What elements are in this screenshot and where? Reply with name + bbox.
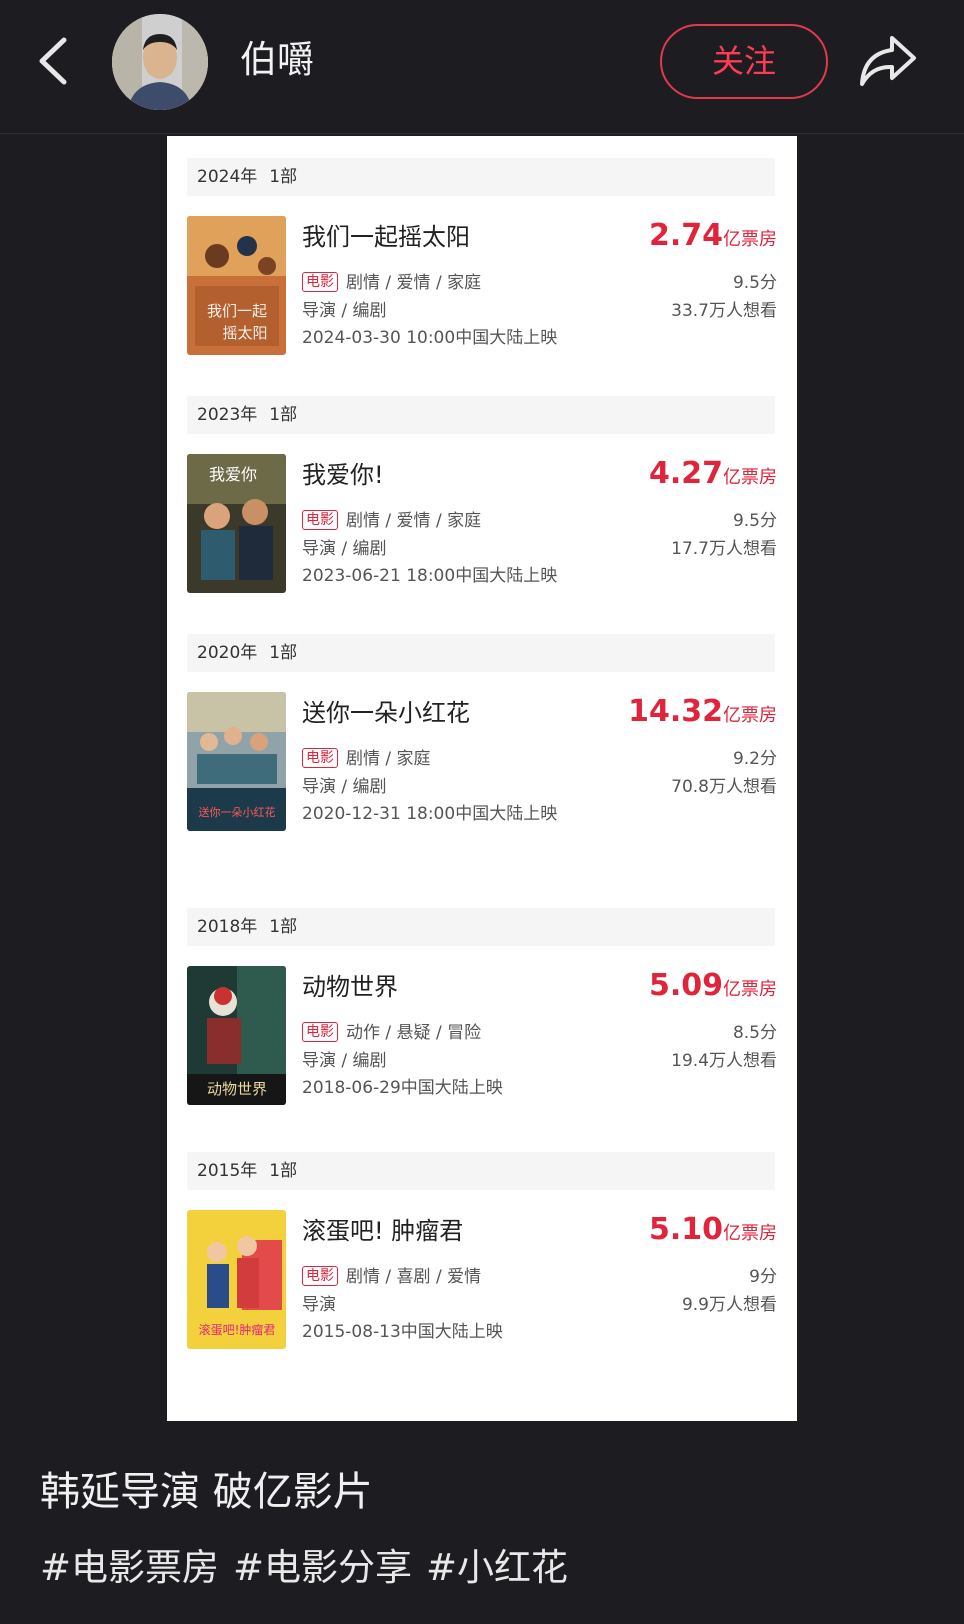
year-label: 2015年 (197, 1161, 258, 1181)
film-title[interactable]: 滚蛋吧! 肿瘤君 (302, 1216, 463, 1246)
movie-tag: 电影 (302, 272, 338, 292)
film-count: 1部 (269, 167, 298, 187)
genre-row: 电影 动作 / 悬疑 / 冒险 (302, 1022, 481, 1044)
role: 导演 (302, 1295, 336, 1315)
svg-text:送你一朵小红花: 送你一朵小红花 (199, 805, 276, 819)
movie-tag: 电影 (302, 1266, 338, 1286)
box-office: 5.09亿票房 (649, 968, 777, 1003)
poster-image[interactable]: 我爱你 (187, 454, 286, 593)
want-count: 9.9万人想看 (681, 1295, 777, 1315)
box-office-value: 5.09 (648, 968, 723, 1003)
year-label: 2023年 (197, 405, 258, 425)
genre-row: 电影 剧情 / 爱情 / 家庭 (302, 510, 481, 532)
back-chevron-icon[interactable] (34, 34, 74, 88)
year-header: 2024年 1部 (187, 158, 775, 196)
year-label: 2020年 (197, 643, 258, 663)
release-date: 2020-12-31 18:00中国大陆上映 (302, 804, 558, 824)
follow-button[interactable]: 关注 (660, 24, 828, 99)
svg-text:滚蛋吧!肿瘤君: 滚蛋吧!肿瘤君 (199, 1322, 276, 1337)
want-count: 70.8万人想看 (671, 777, 777, 797)
year-header: 2023年 1部 (187, 396, 775, 434)
release-date: 2023-06-21 18:00中国大陆上映 (302, 566, 558, 586)
hashtag-row: #电影票房 #电影分享 #小红花 (40, 1544, 582, 1592)
box-office-unit: 亿票房 (723, 229, 777, 250)
film-title[interactable]: 动物世界 (302, 972, 398, 1002)
box-office-unit: 亿票房 (723, 1223, 777, 1244)
role: 导演 / 编剧 (302, 1051, 387, 1071)
year-label: 2018年 (197, 917, 258, 937)
film-title[interactable]: 我爱你! (302, 460, 384, 490)
rating: 9分 (749, 1267, 777, 1287)
role: 导演 / 编剧 (302, 301, 387, 321)
movie-tag: 电影 (302, 748, 338, 768)
genre-row: 电影 剧情 / 喜剧 / 爱情 (302, 1266, 481, 1288)
hashtag-link[interactable]: #电影分享 (233, 1546, 412, 1589)
movie-tag: 电影 (302, 1022, 338, 1042)
box-office-unit: 亿票房 (723, 979, 777, 1000)
genres: 剧情 / 爱情 / 家庭 (346, 273, 482, 293)
box-office-value: 4.27 (648, 456, 723, 491)
release-date: 2018-06-29中国大陆上映 (302, 1078, 503, 1098)
box-office: 5.10亿票房 (649, 1212, 777, 1247)
share-icon[interactable] (856, 30, 918, 90)
want-count: 33.7万人想看 (671, 301, 777, 321)
box-office: 14.32亿票房 (628, 694, 777, 729)
movie-tag: 电影 (302, 510, 338, 530)
rating: 8.5分 (732, 1023, 777, 1043)
box-office-unit: 亿票房 (723, 467, 777, 488)
film-title[interactable]: 送你一朵小红花 (302, 698, 470, 728)
username[interactable]: 伯嚼 (240, 37, 314, 83)
film-count: 1部 (269, 643, 298, 663)
poster-image[interactable]: 滚蛋吧!肿瘤君 (187, 1210, 286, 1349)
filmography-card: 2024年 1部 我们一起 摇太阳 我们一起摇太阳 2.74亿票房 电影 剧情 / … (167, 136, 797, 1421)
box-office: 2.74亿票房 (649, 218, 777, 253)
genres: 剧情 / 家庭 (346, 749, 431, 769)
year-header: 2020年 1部 (187, 634, 775, 672)
film-count: 1部 (269, 917, 298, 937)
role: 导演 / 编剧 (302, 539, 387, 559)
genres: 动作 / 悬疑 / 冒险 (346, 1023, 482, 1043)
hashtag-link[interactable]: #小红花 (426, 1546, 568, 1589)
film-count: 1部 (269, 1161, 298, 1181)
year-header: 2018年 1部 (187, 908, 775, 946)
hashtag-link[interactable]: #电影票房 (40, 1546, 219, 1589)
box-office-value: 14.32 (628, 694, 723, 729)
genre-row: 电影 剧情 / 家庭 (302, 748, 431, 770)
box-office-unit: 亿票房 (723, 705, 777, 726)
genres: 剧情 / 喜剧 / 爱情 (346, 1267, 482, 1287)
poster-image[interactable]: 动物世界 (187, 966, 286, 1105)
box-office-value: 5.10 (648, 1212, 723, 1247)
film-title[interactable]: 我们一起摇太阳 (302, 222, 470, 252)
want-count: 17.7万人想看 (671, 539, 777, 559)
svg-text:我爱你: 我爱你 (209, 465, 257, 484)
release-date: 2015-08-13中国大陆上映 (302, 1322, 503, 1342)
post-caption: 韩延导演 破亿影片 (40, 1469, 373, 1515)
film-count: 1部 (269, 405, 298, 425)
role: 导演 / 编剧 (302, 777, 387, 797)
box-office: 4.27亿票房 (649, 456, 777, 491)
release-date: 2024-03-30 10:00中国大陆上映 (302, 328, 558, 348)
rating: 9.5分 (732, 273, 777, 293)
box-office-value: 2.74 (648, 218, 723, 253)
svg-text:我们一起: 我们一起 (207, 302, 267, 320)
top-bar: 伯嚼 关注 (0, 0, 964, 134)
svg-text:动物世界: 动物世界 (207, 1080, 267, 1098)
svg-text:摇太阳: 摇太阳 (222, 324, 267, 342)
year-header: 2015年 1部 (187, 1152, 775, 1190)
genres: 剧情 / 爱情 / 家庭 (346, 511, 482, 531)
poster-image[interactable]: 送你一朵小红花 (187, 692, 286, 831)
year-label: 2024年 (197, 167, 258, 187)
poster-image[interactable]: 我们一起 摇太阳 (187, 216, 286, 355)
rating: 9.2分 (732, 749, 777, 769)
genre-row: 电影 剧情 / 爱情 / 家庭 (302, 272, 481, 294)
rating: 9.5分 (732, 511, 777, 531)
want-count: 19.4万人想看 (671, 1051, 777, 1071)
avatar[interactable] (112, 14, 208, 110)
